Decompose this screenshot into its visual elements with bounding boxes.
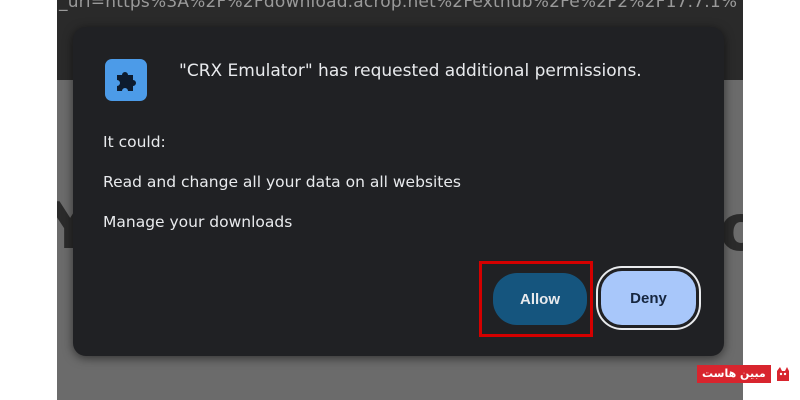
background-url-text: _uri=https%3A%2F%2Fdownload.acrop.net%2F… <box>59 0 738 12</box>
allow-highlight-box <box>479 261 593 337</box>
watermark-text: مبین هاست <box>697 365 771 383</box>
permission-item: Read and change all your data on all web… <box>103 173 461 191</box>
permission-item: Manage your downloads <box>103 213 293 231</box>
puzzle-piece-icon <box>105 59 147 101</box>
deny-button[interactable]: Deny <box>598 268 699 328</box>
it-could-label: It could: <box>103 133 166 151</box>
dialog-title: "CRX Emulator" has requested additional … <box>179 61 642 81</box>
watermark: مبین هاست <box>697 365 800 383</box>
cat-logo-icon <box>774 365 792 383</box>
permission-dialog: "CRX Emulator" has requested additional … <box>73 27 724 356</box>
